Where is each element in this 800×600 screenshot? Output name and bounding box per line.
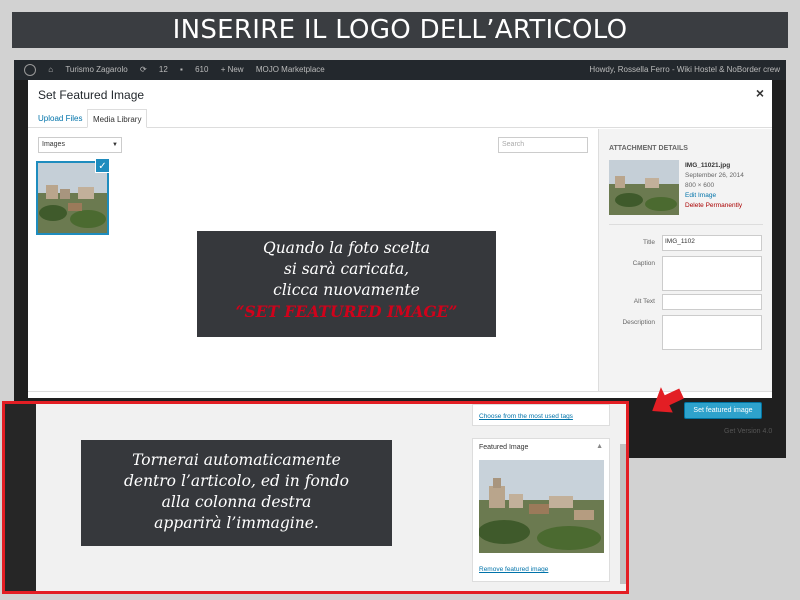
callout2-line2: dentro l’articolo, ed in fondo xyxy=(123,472,350,490)
instruction-callout-2: Tornerai automaticamente dentro l’artico… xyxy=(81,440,392,546)
attachment-meta: IMG_11021.jpg September 26, 2014 800 × 6… xyxy=(685,161,744,211)
attachment-dimensions: 800 × 600 xyxy=(685,182,715,189)
admin-menu-strip xyxy=(5,404,36,591)
title-label: Title xyxy=(642,239,655,246)
wordpress-icon[interactable] xyxy=(24,63,36,76)
comments-icon[interactable]: ▪ xyxy=(180,60,183,80)
comments-count[interactable]: 610 xyxy=(195,60,208,80)
home-icon[interactable]: ⌂ xyxy=(48,60,53,80)
admin-bar: ⌂ Turismo Zagarolo ⟳ 12 ▪ 610 + New MOJO… xyxy=(14,60,786,80)
media-tabs: Upload Files Media Library xyxy=(28,109,772,128)
set-featured-image-button[interactable]: Set featured image xyxy=(684,402,762,419)
featured-image-box: Featured Image ▲ Remove featured image xyxy=(472,438,610,582)
landscape-photo xyxy=(609,160,679,215)
media-search-input[interactable]: Search xyxy=(498,137,588,153)
callout1-line1: Quando la foto scelta xyxy=(262,239,430,257)
callout1-line4: “SET FEATURED IMAGE” xyxy=(235,302,458,321)
callout1-line3: clicca nuovamente xyxy=(273,281,420,299)
description-field[interactable] xyxy=(662,315,762,350)
details-divider xyxy=(609,224,763,225)
updates-icon[interactable]: ⟳ xyxy=(140,60,147,80)
callout1-line2: si sarà caricata, xyxy=(283,260,410,278)
callout2-line1: Tornerai automaticamente xyxy=(132,451,341,469)
remove-featured-image-link[interactable]: Remove featured image xyxy=(479,566,548,573)
tab-media-library[interactable]: Media Library xyxy=(87,109,148,128)
page-banner: INSERIRE IL LOGO DELL’ARTICOLO xyxy=(12,12,788,48)
scrollbar[interactable] xyxy=(620,444,626,584)
updates-count[interactable]: 12 xyxy=(159,60,168,80)
callout2-line3: alla colonna destra xyxy=(161,493,312,511)
caption-field[interactable] xyxy=(662,256,762,291)
alt-text-field[interactable] xyxy=(662,294,762,310)
admin-site-name[interactable]: Turismo Zagarolo xyxy=(65,60,127,80)
title-field[interactable]: IMG_1102 xyxy=(662,235,762,251)
attachment-details-heading: ATTACHMENT DETAILS xyxy=(609,145,688,152)
attachment-details-panel: ATTACHMENT DETAILS IMG_11021.jpg Septemb… xyxy=(598,129,772,391)
admin-marketplace[interactable]: MOJO Marketplace xyxy=(256,60,325,80)
chevron-down-icon: ▼ xyxy=(112,142,118,148)
tab-upload-files[interactable]: Upload Files xyxy=(33,109,87,128)
callout2-line4: apparirà l’immagine. xyxy=(154,514,319,532)
version-text: Get Version 4.0 xyxy=(724,428,773,435)
caption-label: Caption xyxy=(632,260,655,267)
attachment-filename: IMG_11021.jpg xyxy=(685,162,731,169)
most-used-tags-link[interactable]: Choose from the most used tags xyxy=(479,413,573,420)
collapse-icon[interactable]: ▲ xyxy=(596,443,603,450)
alt-text-label: Alt Text xyxy=(633,298,655,305)
media-filter-select[interactable]: Images ▼ xyxy=(38,137,122,153)
attachment-thumbnail xyxy=(609,160,679,215)
attachment-date: September 26, 2014 xyxy=(685,172,744,179)
instruction-callout-1: Quando la foto scelta si sarà caricata, … xyxy=(197,231,496,337)
admin-new[interactable]: + New xyxy=(221,60,244,80)
filter-select-value: Images xyxy=(42,141,65,148)
pointer-arrow-icon xyxy=(652,387,684,413)
description-label: Description xyxy=(622,319,655,326)
featured-image-preview[interactable] xyxy=(479,460,604,553)
admin-howdy[interactable]: Howdy, Rossella Ferro - Wiki Hostel & No… xyxy=(589,60,780,80)
tags-box: Choose from the most used tags xyxy=(472,404,610,426)
close-icon[interactable]: × xyxy=(756,85,764,101)
delete-permanently-link[interactable]: Delete Permanently xyxy=(685,201,744,211)
featured-image-heading: Featured Image xyxy=(479,444,529,451)
edit-image-link[interactable]: Edit Image xyxy=(685,191,744,201)
modal-title: Set Featured Image xyxy=(38,88,145,102)
selected-check-icon[interactable]: ✓ xyxy=(95,158,110,173)
landscape-photo xyxy=(479,460,604,553)
